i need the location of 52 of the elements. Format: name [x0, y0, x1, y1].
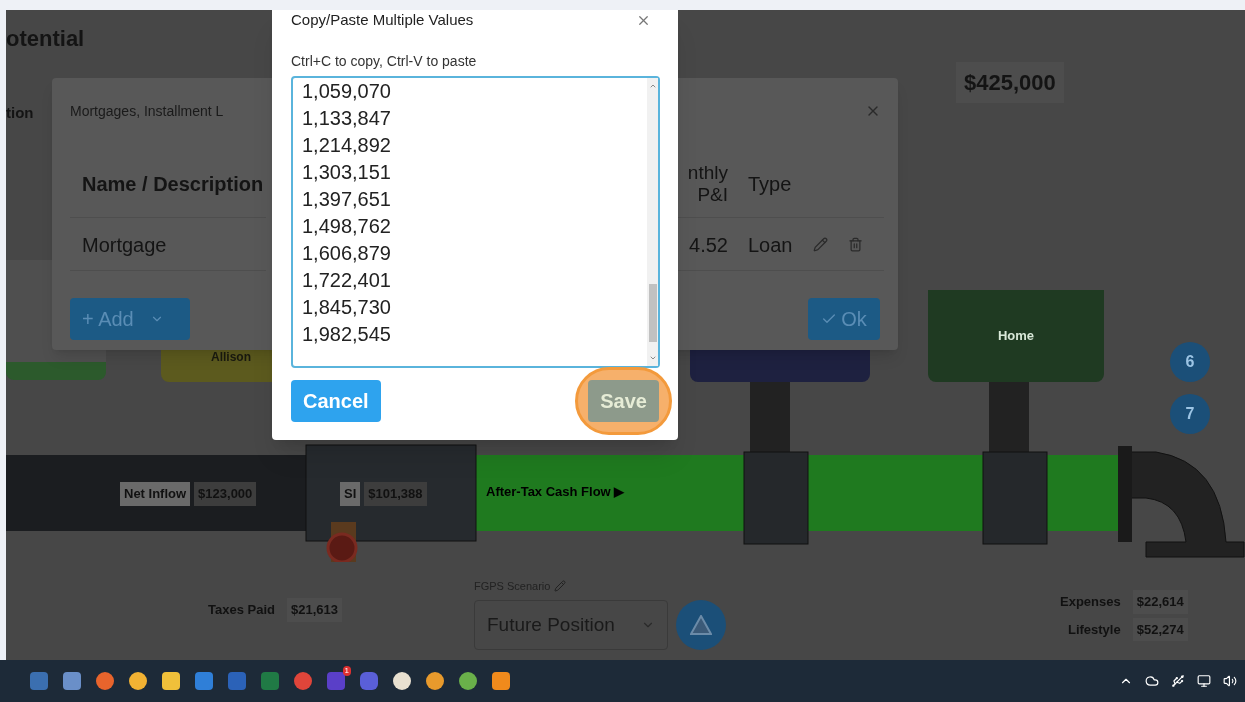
dialog-hint: Ctrl+C to copy, Ctrl-V to paste [291, 52, 478, 71]
step-button[interactable]: 7 [1170, 394, 1210, 434]
value-line: 1,303,151 [302, 160, 392, 185]
scroll-thumb[interactable] [648, 284, 657, 342]
value-line: 1,845,730 [302, 295, 392, 320]
column-header: Type [748, 171, 792, 197]
column-header: Name / Description [82, 171, 264, 197]
value-line: 1,606,879 [302, 241, 392, 266]
values-field[interactable]: 1,059,070 1,133,847 1,214,892 1,303,151 1,397,651 1,498,762 1,606,879 1,722,401 1,845,730 1,982,545 [291, 76, 660, 368]
scroll-down-icon[interactable] [648, 354, 657, 362]
table-cell-text: 4.52 [688, 232, 728, 258]
tank-value: $425,000 [956, 62, 1064, 103]
column-header: nthly P&I [686, 161, 728, 206]
triangle-button[interactable] [676, 600, 726, 650]
delete-icon[interactable] [847, 237, 863, 252]
value-line: 1,722,401 [302, 268, 392, 293]
total-value: $52,274 [1132, 617, 1188, 641]
app-icon[interactable] [129, 672, 147, 690]
flow-label: SI [340, 482, 361, 506]
cloud-icon[interactable] [1145, 674, 1159, 688]
flow-label: Net Inflow [120, 482, 191, 506]
value-line: 1,498,762 [302, 214, 392, 239]
edit-icon[interactable] [812, 237, 828, 252]
dialog-title: Copy/Paste Multiple Values [291, 9, 474, 30]
total-value: $22,614 [1132, 590, 1188, 614]
app-icon[interactable] [393, 672, 411, 690]
cancel-button[interactable]: Cancel [291, 380, 381, 422]
monitor-icon[interactable] [1197, 674, 1211, 688]
add-button[interactable]: + Add [70, 298, 190, 340]
value-line: 1,133,847 [302, 106, 392, 131]
triangle-icon [690, 615, 712, 635]
save-button[interactable]: Save [588, 380, 659, 422]
volume-icon[interactable] [1223, 674, 1237, 688]
step-button[interactable]: 6 [1170, 342, 1210, 382]
edit-icon[interactable] [554, 580, 567, 593]
value-line: 1,397,651 [302, 187, 392, 212]
notification-badge: 1 [342, 666, 351, 676]
tank-label: Allison [211, 349, 251, 366]
scroll-up-icon[interactable] [648, 82, 657, 90]
dialog-title: Mortgages, Installment L [70, 102, 224, 121]
table-cell-text: Mortgage [82, 232, 167, 258]
app-icon[interactable] [426, 672, 444, 690]
value-line: 1,982,545 [302, 322, 392, 347]
taxes-value: $21,613 [286, 598, 342, 622]
tank-label: Home [997, 327, 1035, 346]
value-line: 1,059,070 [302, 79, 392, 104]
value-line: 1,214,892 [302, 133, 392, 158]
table-cell-text: Loan [748, 232, 793, 258]
app-icon[interactable] [459, 672, 477, 690]
ok-button[interactable]: Ok [808, 298, 880, 340]
flow-label: After-Tax Cash Flow ▶ [486, 483, 625, 501]
usb-icon[interactable] [1171, 674, 1185, 688]
